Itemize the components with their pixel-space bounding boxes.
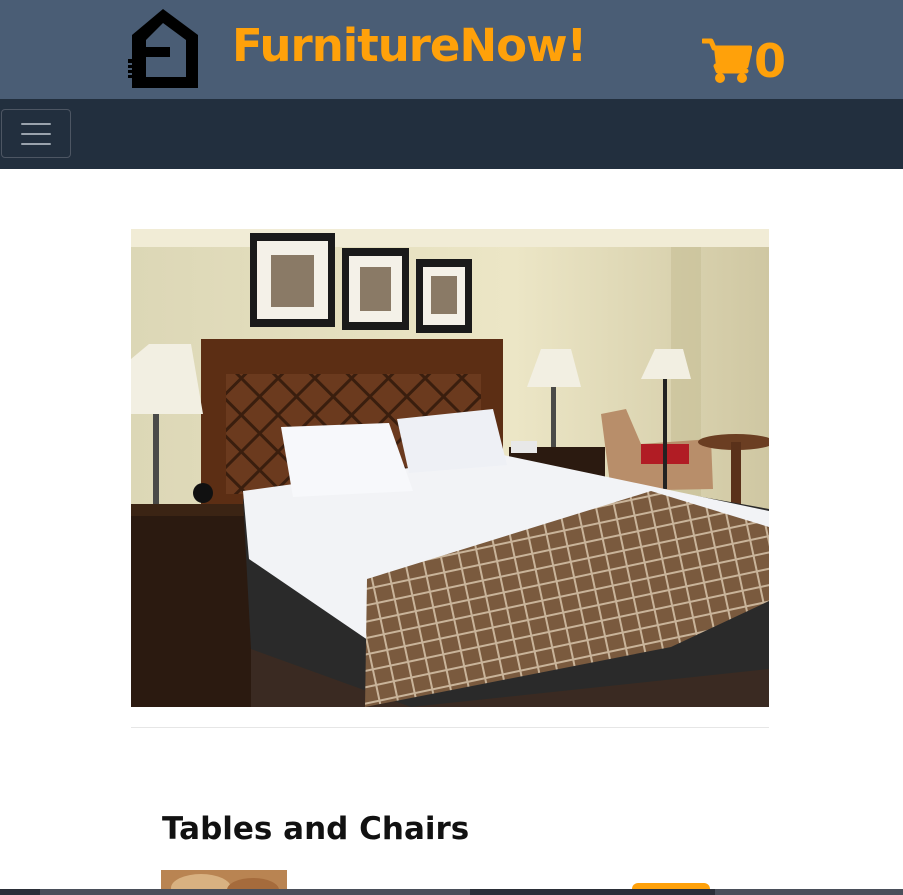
hero-image bbox=[131, 229, 769, 707]
navbar bbox=[0, 99, 903, 169]
shopping-cart-icon bbox=[702, 38, 752, 83]
site-header: FurnitureNow! 0 bbox=[0, 0, 903, 99]
hamburger-menu-icon bbox=[21, 122, 51, 125]
bottom-bar bbox=[0, 889, 903, 895]
section-title: Tables and Chairs bbox=[162, 811, 470, 847]
bedroom-photo bbox=[131, 229, 769, 707]
cart-button[interactable]: 0 bbox=[702, 36, 786, 86]
menu-toggle-button[interactable] bbox=[1, 109, 71, 158]
house-logo-icon[interactable] bbox=[126, 7, 200, 90]
brand-title[interactable]: FurnitureNow! bbox=[232, 16, 587, 76]
cart-count: 0 bbox=[754, 34, 787, 88]
section-divider bbox=[131, 727, 769, 728]
